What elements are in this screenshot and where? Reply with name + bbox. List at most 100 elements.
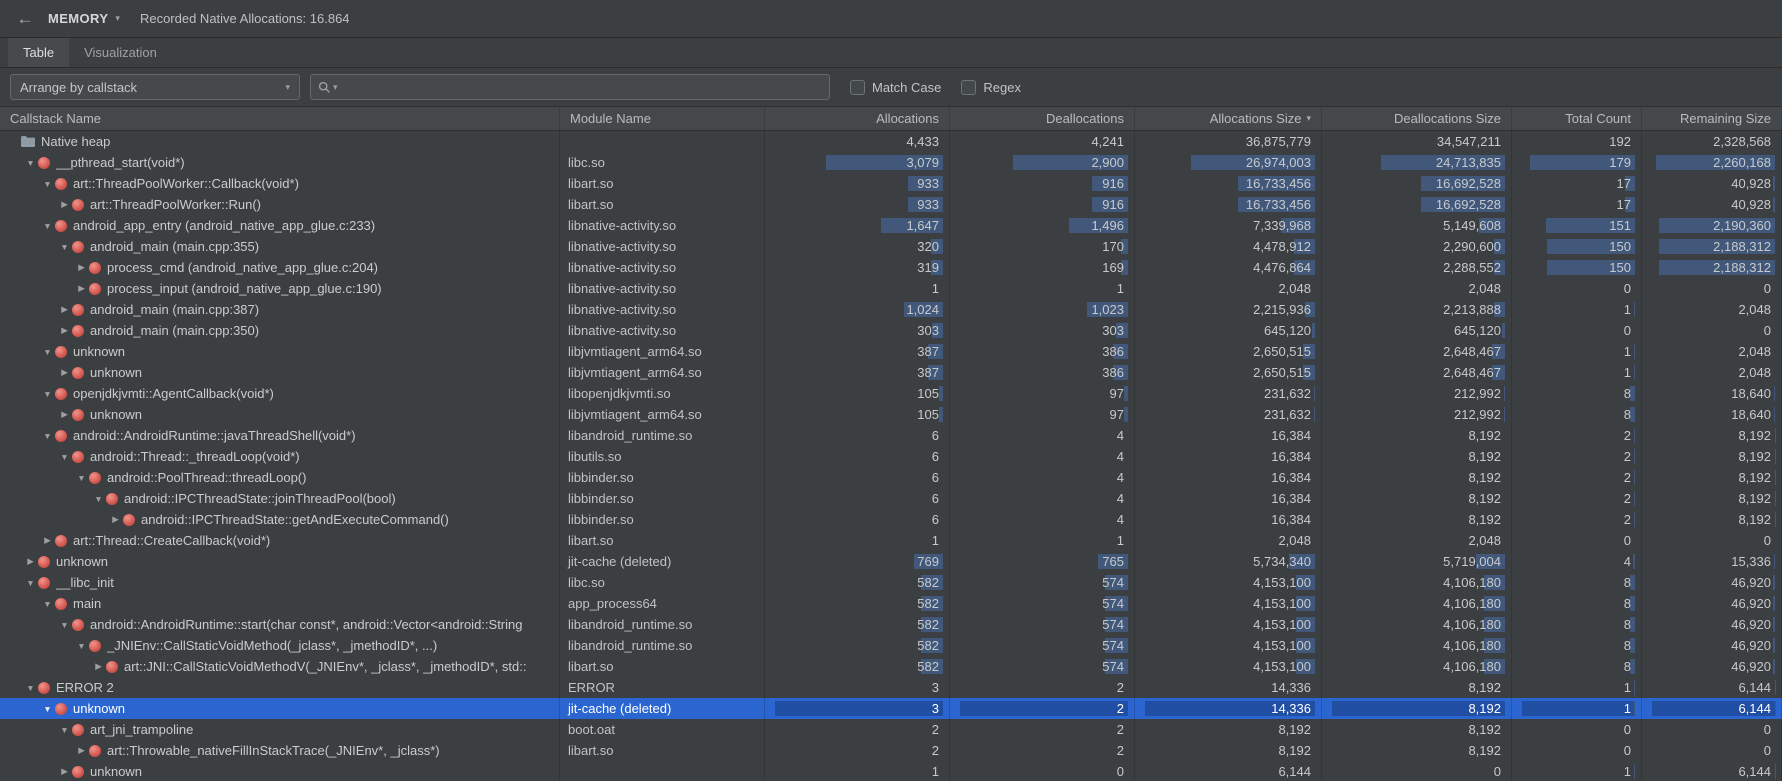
total-count-cell: 1 [1512,698,1642,719]
expanded-arrow-icon[interactable]: ▼ [40,431,55,441]
table-row[interactable]: ▼art::ThreadPoolWorker::Callback(void*)l… [0,173,1782,194]
table-row[interactable]: ▼_JNIEnv::CallStaticVoidMethod(_jclass*,… [0,635,1782,656]
column-header-deallocations[interactable]: Deallocations [950,107,1135,130]
collapsed-arrow-icon[interactable]: ▶ [91,661,106,672]
cell-value: 18,640 [1642,404,1781,425]
expanded-arrow-icon[interactable]: ▼ [23,683,38,693]
collapsed-arrow-icon[interactable]: ▶ [74,262,89,273]
collapsed-arrow-icon[interactable]: ▶ [57,766,72,777]
expanded-arrow-icon[interactable]: ▼ [23,578,38,588]
cell-value: 0 [1642,530,1781,551]
memory-dropdown[interactable]: MEMORY ▾ [48,11,120,26]
table-row[interactable]: ▼android_app_entry (android_native_app_g… [0,215,1782,236]
cell-value: 4 [950,509,1134,530]
expanded-arrow-icon[interactable]: ▼ [74,641,89,651]
expanded-arrow-icon[interactable]: ▼ [40,221,55,231]
collapsed-arrow-icon[interactable]: ▶ [74,745,89,756]
table-row[interactable]: ▼ERROR 2ERROR3214,3368,19216,144 [0,677,1782,698]
table-row[interactable]: ▼mainapp_process645825744,153,1004,106,1… [0,593,1782,614]
table-row[interactable]: ▶unknownlibjvmtiagent_arm64.so3873862,65… [0,362,1782,383]
callstack-cell: ▼ERROR 2 [0,677,560,698]
module-name: app_process64 [560,593,765,614]
collapsed-arrow-icon[interactable]: ▶ [23,556,38,567]
expanded-arrow-icon[interactable]: ▼ [40,599,55,609]
collapsed-arrow-icon[interactable]: ▶ [57,199,72,210]
table-row[interactable]: ▶android_main (main.cpp:350)libnative-ac… [0,320,1782,341]
column-header-deallocations-size[interactable]: Deallocations Size [1322,107,1512,130]
table-row[interactable]: ▼android::AndroidRuntime::javaThreadShel… [0,425,1782,446]
table-row[interactable]: ▼android::IPCThreadState::joinThreadPool… [0,488,1782,509]
table-row[interactable]: ▶unknownjit-cache (deleted)7697655,734,3… [0,551,1782,572]
cell-value: 4,106,180 [1322,572,1511,593]
table-row[interactable]: ▼art_jni_trampolineboot.oat228,1928,1920… [0,719,1782,740]
tab-visualization[interactable]: Visualization [69,38,172,67]
table-row[interactable]: ▼unknownlibjvmtiagent_arm64.so3873862,65… [0,341,1782,362]
remaining-size-cell: 2,048 [1642,341,1782,362]
table-row[interactable]: ▼android::AndroidRuntime::start(char con… [0,614,1782,635]
remaining-size-cell: 0 [1642,320,1782,341]
collapsed-arrow-icon[interactable]: ▶ [40,535,55,546]
collapsed-arrow-icon[interactable]: ▶ [57,325,72,336]
total-count-cell: 0 [1512,320,1642,341]
table-row[interactable]: ▶android_main (main.cpp:387)libnative-ac… [0,299,1782,320]
expanded-arrow-icon[interactable]: ▼ [74,473,89,483]
table-row[interactable]: ▶android::IPCThreadState::getAndExecuteC… [0,509,1782,530]
table-row[interactable]: ▶art::Thread::CreateCallback(void*)libar… [0,530,1782,551]
cell-value: 36,875,779 [1135,131,1321,152]
table-row[interactable]: ▼android::Thread::_threadLoop(void*)libu… [0,446,1782,467]
table-row[interactable]: ▶art::JNI::CallStaticVoidMethodV(_JNIEnv… [0,656,1782,677]
cell-value: 2,650,515 [1135,362,1321,383]
cell-value: 8,192 [1642,509,1781,530]
allocations-cell: 6 [765,425,950,446]
cell-value: 2,260,168 [1642,152,1781,173]
column-header-callstack-name[interactable]: Callstack Name [0,107,560,130]
arrange-dropdown[interactable]: Arrange by callstack ▾ [10,74,300,100]
collapsed-arrow-icon[interactable]: ▶ [57,409,72,420]
collapsed-arrow-icon[interactable]: ▶ [57,367,72,378]
module-name: libart.so [560,740,765,761]
callstack-name: art::Thread::CreateCallback(void*) [73,533,270,548]
table-row[interactable]: ▼android_main (main.cpp:355)libnative-ac… [0,236,1782,257]
table-row[interactable]: ▶unknownlibjvmtiagent_arm64.so10597231,6… [0,404,1782,425]
table-row[interactable]: ▼__libc_initlibc.so5825744,153,1004,106,… [0,572,1782,593]
expanded-arrow-icon[interactable]: ▼ [57,242,72,252]
tab-table[interactable]: Table [8,38,69,67]
column-header-allocations[interactable]: Allocations [765,107,950,130]
regex-checkbox[interactable]: Regex [961,80,1021,95]
back-button[interactable]: ← [12,9,38,29]
match-case-checkbox[interactable]: Match Case [850,80,941,95]
column-header-remaining-size[interactable]: Remaining Size [1642,107,1782,130]
cell-value: 1 [1512,677,1641,698]
column-header-module-name[interactable]: Module Name [560,107,765,130]
collapsed-arrow-icon[interactable]: ▶ [74,283,89,294]
deallocations-cell: 574 [950,635,1135,656]
table-row[interactable]: ▶art::ThreadPoolWorker::Run()libart.so93… [0,194,1782,215]
expanded-arrow-icon[interactable]: ▼ [40,179,55,189]
expanded-arrow-icon[interactable]: ▼ [57,452,72,462]
allocations-cell: 6 [765,467,950,488]
table-row[interactable]: ▼android::PoolThread::threadLoop()libbin… [0,467,1782,488]
column-header-total-count[interactable]: Total Count [1512,107,1642,130]
cell-value: 0 [1322,761,1511,781]
expanded-arrow-icon[interactable]: ▼ [91,494,106,504]
table-row[interactable]: ▼unknownjit-cache (deleted)3214,3368,192… [0,698,1782,719]
table-row[interactable]: ▶process_input (android_native_app_glue.… [0,278,1782,299]
expanded-arrow-icon[interactable]: ▼ [40,389,55,399]
table-row[interactable]: ▼openjdkjvmti::AgentCallback(void*)libop… [0,383,1782,404]
table-row[interactable]: ▶process_cmd (android_native_app_glue.c:… [0,257,1782,278]
table-row[interactable]: ▼__pthread_start(void*)libc.so3,0792,900… [0,152,1782,173]
table-row[interactable]: Native heap4,4334,24136,875,77934,547,21… [0,131,1782,152]
collapsed-arrow-icon[interactable]: ▶ [57,304,72,315]
expanded-arrow-icon[interactable]: ▼ [57,725,72,735]
collapsed-arrow-icon[interactable]: ▶ [108,514,123,525]
cell-value: 4,153,100 [1135,614,1321,635]
table-row[interactable]: ▶art::Throwable_nativeFillInStackTrace(_… [0,740,1782,761]
expanded-arrow-icon[interactable]: ▼ [57,620,72,630]
expanded-arrow-icon[interactable]: ▼ [40,347,55,357]
expanded-arrow-icon[interactable]: ▼ [40,704,55,714]
expanded-arrow-icon[interactable]: ▼ [23,158,38,168]
search-input[interactable] [343,80,822,95]
search-box[interactable]: ▾ [310,74,830,100]
table-row[interactable]: ▶unknown106,144016,144 [0,761,1782,781]
column-header-allocations-size[interactable]: Allocations Size ▾ [1135,107,1322,130]
